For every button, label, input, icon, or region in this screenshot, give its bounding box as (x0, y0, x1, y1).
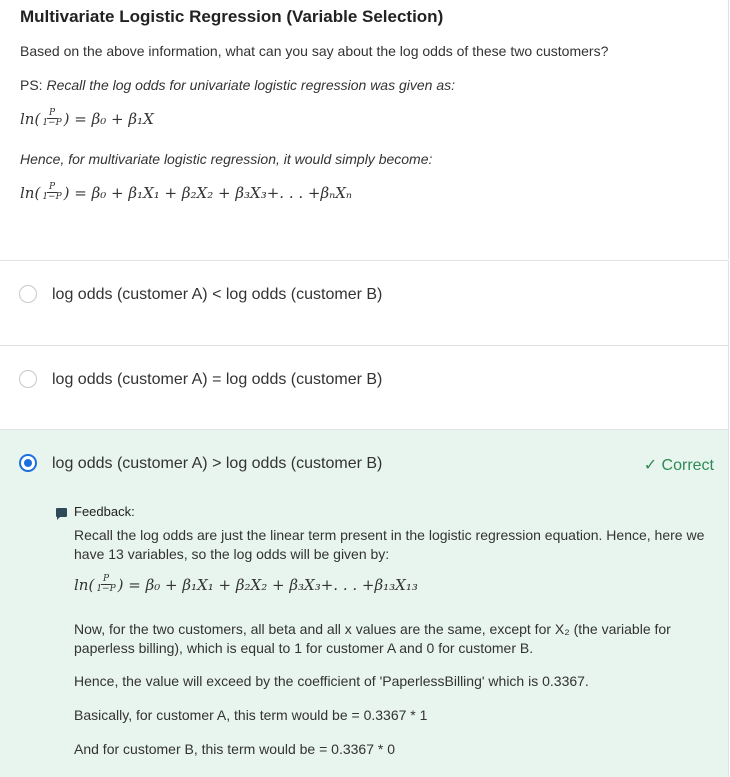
formula-lhs: ln( (20, 109, 41, 128)
option-1[interactable]: log odds (customer A) < log odds (custom… (0, 260, 729, 345)
option-label[interactable]: log odds (customer A) > log odds (custom… (52, 455, 382, 473)
formula-fraction: P 1−P (95, 575, 116, 594)
option-2[interactable]: log odds (customer A) = log odds (custom… (0, 345, 729, 429)
formula-lhs: ln( (74, 575, 95, 594)
fraction-denominator: 1−P (96, 584, 116, 594)
feedback-paragraph: Now, for the two customers, all beta and… (74, 621, 671, 656)
ps-text: Recall the log odds for univariate logis… (46, 77, 456, 93)
feedback-paragraph: And for customer B, this term would be =… (74, 741, 396, 757)
formula-fraction: P 1−P (41, 183, 62, 202)
feedback-paragraph: Hence, the value will exceed by the coef… (74, 673, 589, 689)
chat-bubble-icon (56, 508, 67, 520)
feedback-heading: Feedback: (74, 504, 135, 519)
question-ps: PS: Recall the log odds for univariate l… (20, 77, 455, 93)
formula-lhs: ln( (20, 183, 41, 202)
option-3-selected[interactable]: log odds (customer A) > log odds (custom… (0, 429, 729, 777)
feedback-paragraph: Basically, for customer A, this term wou… (74, 707, 428, 723)
radio-button-selected[interactable] (19, 454, 37, 472)
formula-rhs: ) = β₀ + β₁X (63, 109, 154, 128)
formula-fraction: P 1−P (41, 109, 62, 128)
multivariate-formula: ln( P 1−P ) = β₀ + β₁X₁ + β₂X₂ + β₃X₃+. … (20, 183, 352, 202)
question-hence: Hence, for multivariate logistic regress… (20, 151, 433, 167)
fraction-denominator: 1−P (42, 118, 62, 128)
fraction-denominator: 1−P (42, 192, 62, 202)
question-title: Multivariate Logistic Regression (Variab… (20, 7, 444, 26)
question-text: Based on the above information, what can… (20, 43, 609, 59)
option-label[interactable]: log odds (customer A) < log odds (custom… (52, 286, 382, 304)
feedback-paragraph: Recall the log odds are just the linear … (74, 527, 705, 562)
formula-rhs: ) = β₀ + β₁X₁ + β₂X₂ + β₃X₃+. . . +βₙXₙ (63, 183, 352, 202)
radio-button[interactable] (19, 285, 37, 303)
ps-prefix: PS: (20, 77, 47, 93)
feedback-formula: ln( P 1−P ) = β₀ + β₁X₁ + β₂X₂ + β₃X₃+. … (74, 575, 418, 594)
question-card: Multivariate Logistic Regression (Variab… (0, 0, 729, 259)
radio-button[interactable] (19, 370, 37, 388)
formula-rhs: ) = β₀ + β₁X₁ + β₂X₂ + β₃X₃+. . . +β₁₃X₁… (117, 575, 418, 594)
option-label[interactable]: log odds (customer A) = log odds (custom… (52, 371, 382, 389)
correct-badge: ✓ Correct (643, 457, 714, 474)
univariate-formula: ln( P 1−P ) = β₀ + β₁X (20, 109, 154, 128)
